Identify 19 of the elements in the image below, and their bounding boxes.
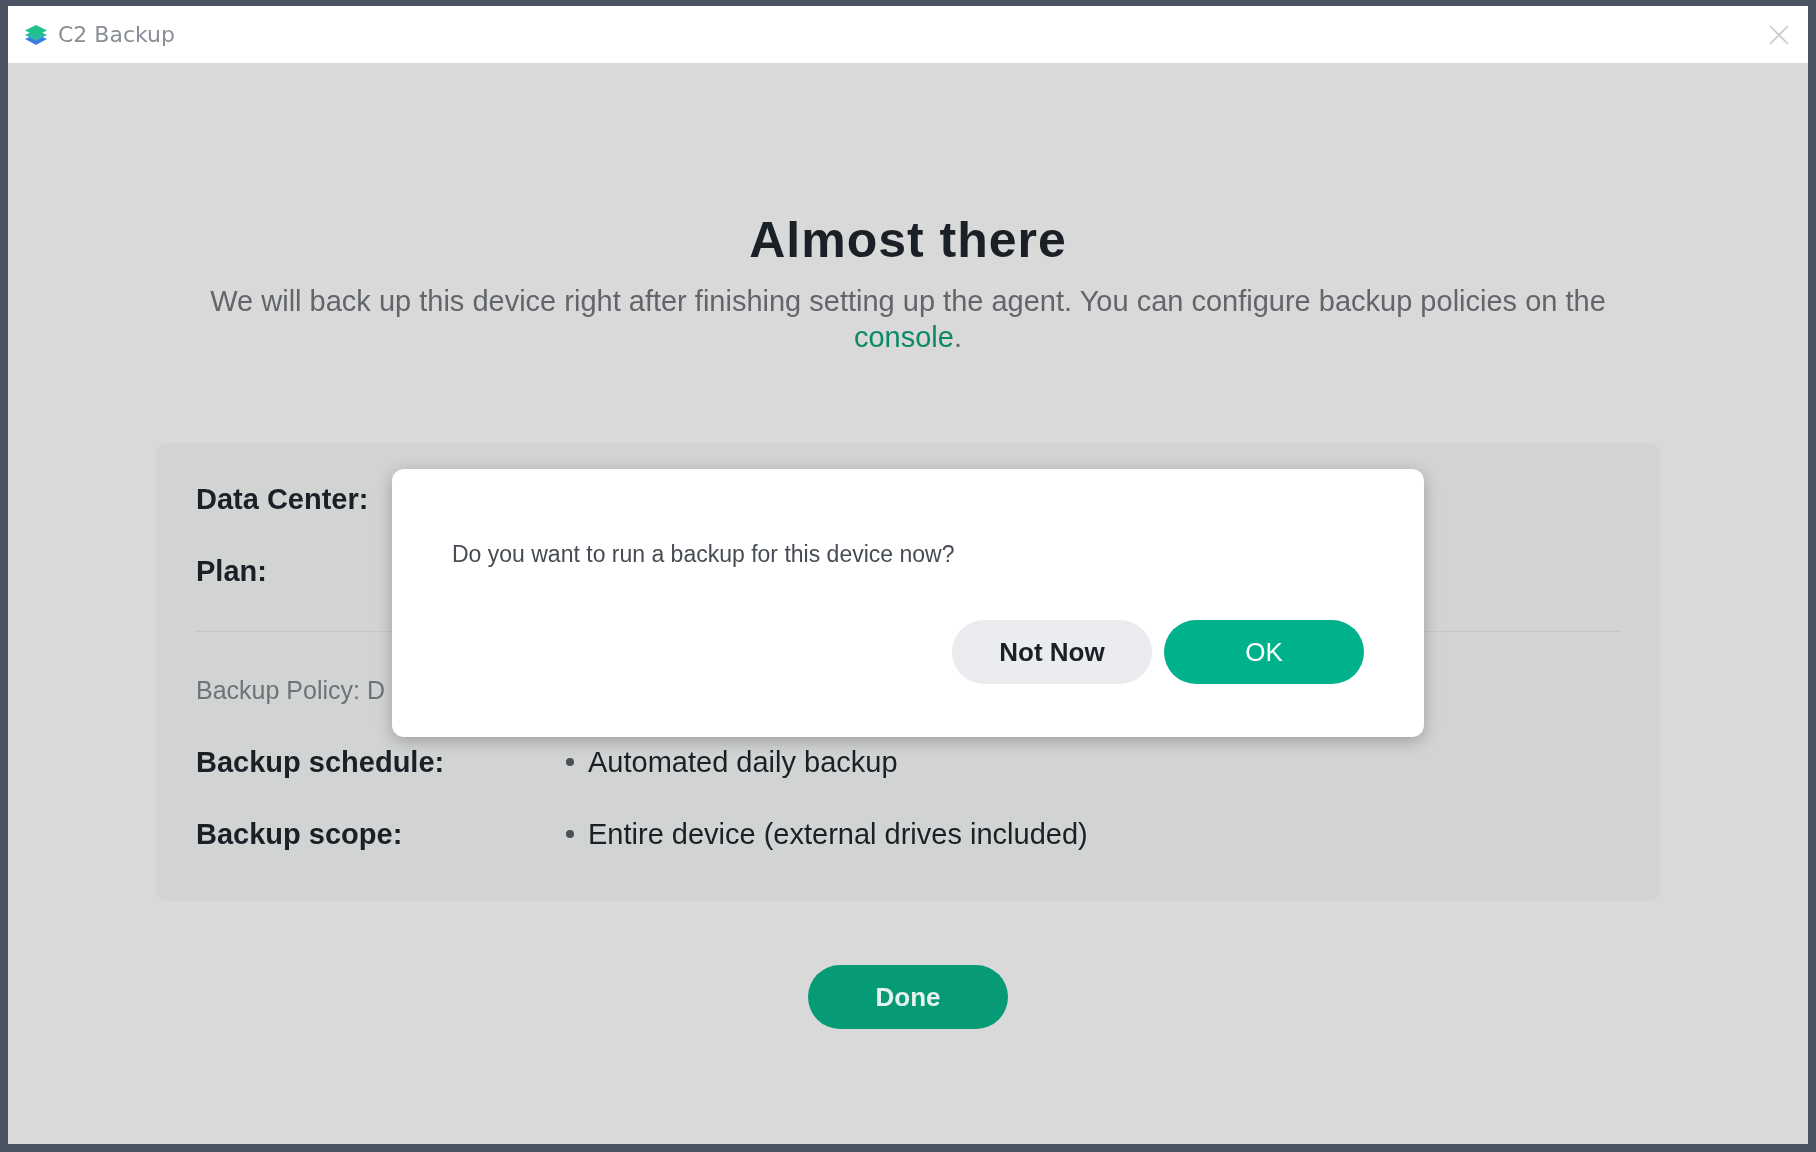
summary-label: Backup schedule: [196, 744, 446, 780]
page-heading: Almost there [749, 211, 1067, 269]
close-icon[interactable] [1768, 23, 1790, 46]
summary-label: Plan: [196, 553, 267, 589]
policy-text: Backup Policy: D [196, 674, 385, 706]
stacked-layers-icon [24, 23, 48, 46]
done-button[interactable]: Done [808, 965, 1008, 1029]
intro-paragraph: We will back up this device right after finishing setting up the agent. You can configure backup policies on the console. [209, 284, 1607, 355]
summary-label: Backup scope: [196, 816, 404, 852]
summary-label: Data Center: [196, 481, 369, 517]
window-title: C2 Backup [58, 22, 176, 47]
summary-value: Entire device (external drives included) [588, 817, 1088, 851]
bullet-icon [566, 830, 574, 838]
dialog-message: Do you want to run a backup for this device now? [452, 541, 956, 568]
ok-button[interactable]: OK [1164, 620, 1364, 684]
console-link[interactable]: console [854, 321, 954, 353]
summary-value: Automated daily backup [588, 745, 898, 779]
bullet-icon [566, 758, 574, 766]
not-now-button[interactable]: Not Now [952, 620, 1152, 684]
